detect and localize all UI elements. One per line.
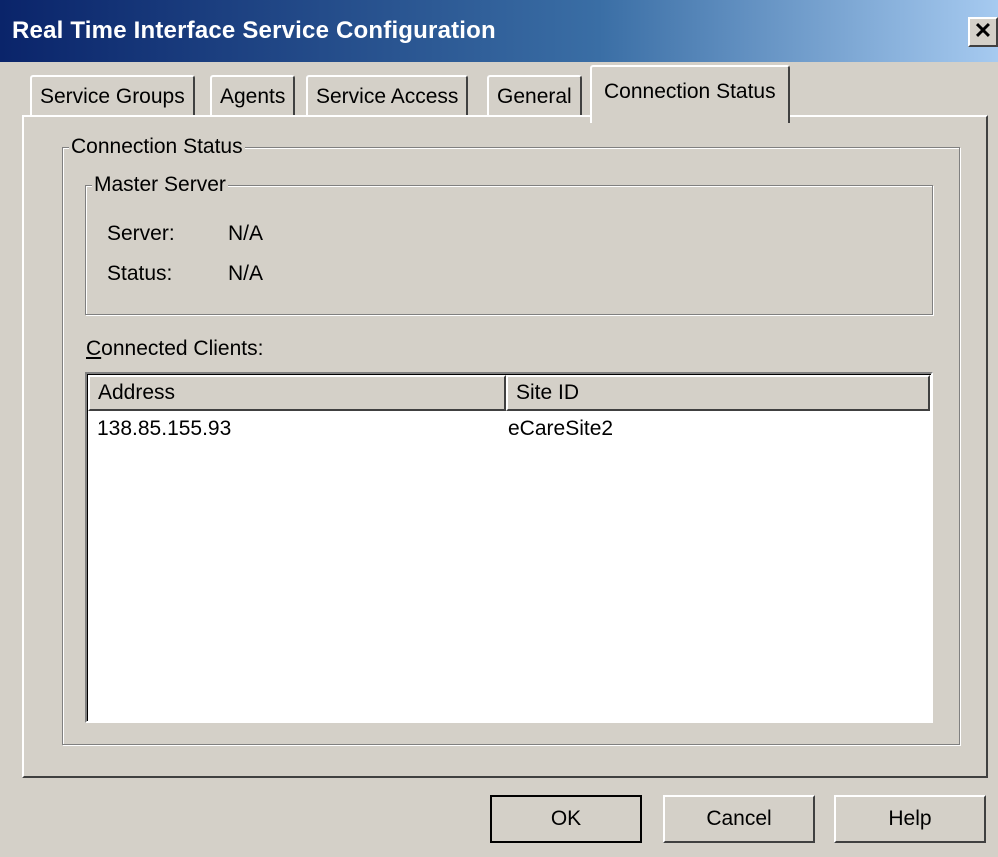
close-icon: ✕ — [973, 18, 993, 43]
tab-service-groups[interactable]: Service Groups — [30, 75, 195, 117]
ok-button[interactable]: OK — [490, 795, 642, 843]
column-header-site-id[interactable]: Site ID — [506, 375, 930, 411]
cancel-button[interactable]: Cancel — [663, 795, 815, 843]
status-value: N/A — [228, 262, 264, 285]
server-value: N/A — [228, 222, 264, 245]
cell-address: 138.85.155.93 — [97, 417, 232, 440]
connected-clients-list[interactable]: Address Site ID 138.85.155.93 eCareSite2 — [85, 372, 933, 723]
tab-agents[interactable]: Agents — [210, 75, 296, 117]
master-server-group: Master Server — [85, 172, 933, 315]
title-bar[interactable]: Real Time Interface Service Configuratio… — [0, 0, 998, 62]
window-title: Real Time Interface Service Configuratio… — [12, 17, 496, 44]
server-label: Server: — [107, 222, 175, 245]
master-server-legend: Master Server — [92, 172, 228, 198]
tab-general[interactable]: General — [487, 75, 582, 117]
tab-service-access[interactable]: Service Access — [306, 75, 469, 117]
column-header-address[interactable]: Address — [88, 375, 506, 411]
help-button[interactable]: Help — [834, 795, 986, 843]
tab-connection-status[interactable]: Connection Status — [590, 65, 790, 123]
connected-clients-label: Connected Clients: — [86, 337, 264, 360]
close-button[interactable]: ✕ — [968, 17, 998, 47]
connection-status-legend: Connection Status — [69, 134, 245, 160]
cell-site-id: eCareSite2 — [508, 417, 614, 440]
status-label: Status: — [107, 262, 173, 285]
